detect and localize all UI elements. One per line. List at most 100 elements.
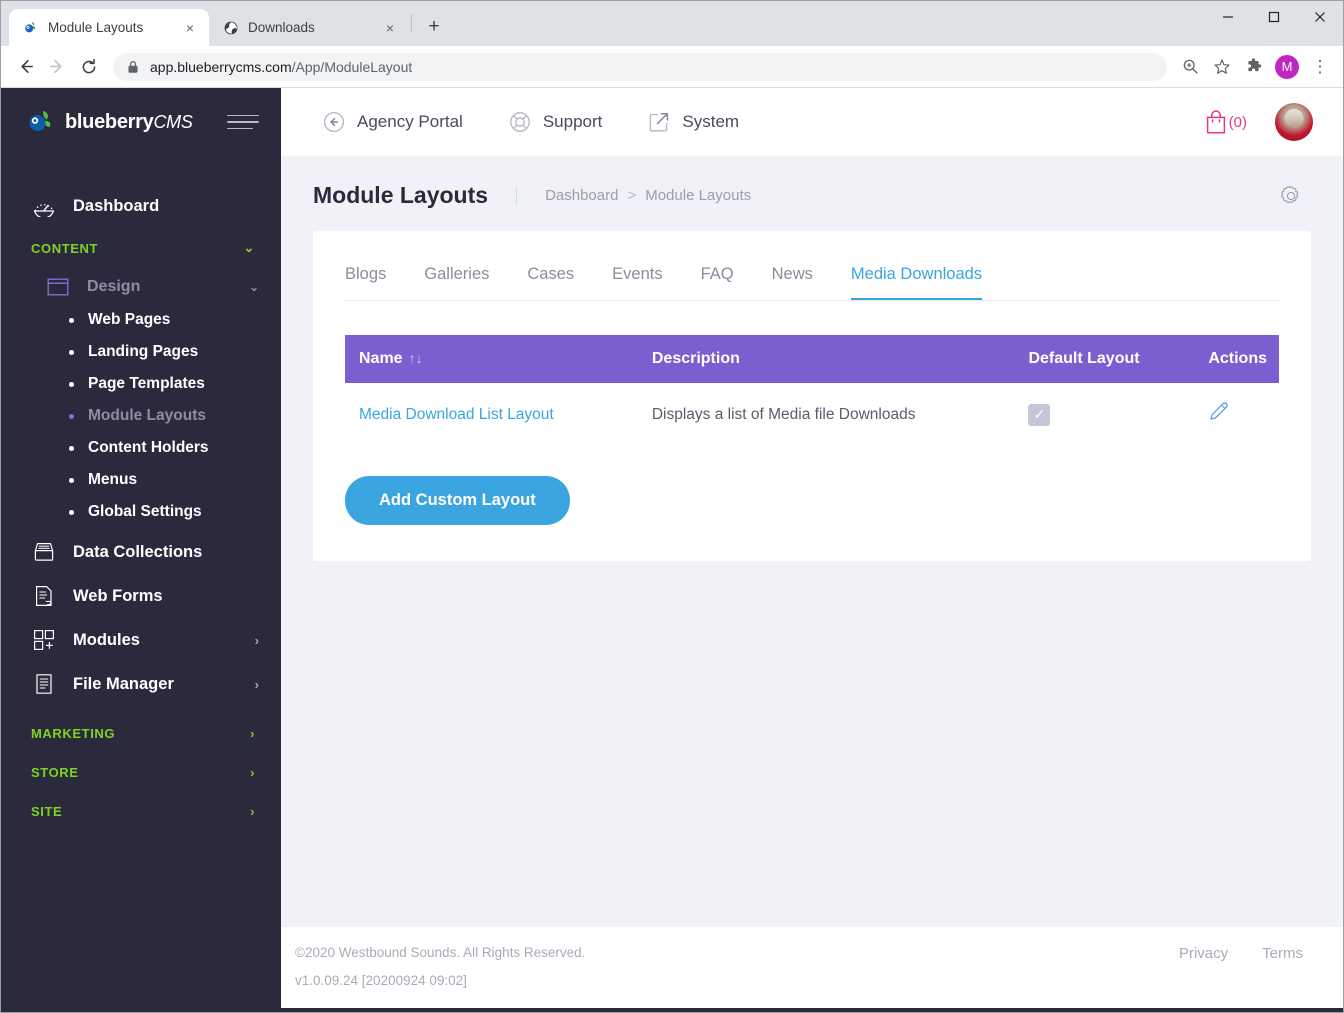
sidebar-section-marketing[interactable]: MARKETING › (1, 706, 281, 753)
chevron-right-icon: › (254, 632, 259, 648)
sidebar-brand-bar: blueberryCMS (1, 88, 281, 156)
brand-logo[interactable]: blueberryCMS (27, 109, 193, 135)
sidebar-item-label: Module Layouts (88, 407, 206, 424)
sidebar-group-label: Design (87, 278, 141, 295)
page-viewport: blueberryCMS Dashboard CONTENT ⌄ Design … (1, 88, 1343, 1008)
close-icon[interactable]: × (381, 19, 399, 37)
minimize-button[interactable] (1205, 1, 1251, 33)
cart-button[interactable]: (0) (1204, 109, 1247, 135)
sidebar-item-label: Web Pages (88, 311, 171, 328)
menu-toggle-icon[interactable] (227, 114, 259, 130)
zoom-icon[interactable] (1176, 53, 1204, 81)
avatar[interactable] (1275, 103, 1313, 141)
brand-name: blueberryCMS (65, 111, 193, 134)
sidebar-item-label: File Manager (73, 674, 174, 693)
layouts-table: Name ↑↓ Description Default Layout Action… (345, 335, 1279, 446)
tab-news[interactable]: News (772, 259, 813, 300)
blueberry-icon (22, 19, 39, 36)
sidebar-section-label: CONTENT (31, 240, 99, 256)
window-icon (45, 277, 71, 297)
sidebar-section-site[interactable]: SITE › (1, 792, 281, 831)
shopping-bag-icon (1204, 109, 1228, 135)
topnav-agency-portal[interactable]: Agency Portal (323, 111, 463, 133)
toolbar-icons: M ⋮ (1176, 53, 1334, 81)
table-head: Name ↑↓ Description Default Layout Action… (345, 335, 1279, 383)
breadcrumb-current: Module Layouts (645, 187, 752, 204)
form-icon (31, 585, 57, 607)
cell-name[interactable]: Media Download List Layout (345, 383, 640, 446)
close-icon[interactable]: × (181, 19, 199, 37)
footer-version: v1.0.09.24 [20200924 09:02] (295, 973, 467, 988)
column-header-description: Description (639, 335, 1017, 383)
topnav-support[interactable]: Support (509, 111, 602, 133)
sidebar-item-menus[interactable]: Menus (1, 464, 281, 496)
sidebar-item-label: Global Settings (88, 503, 202, 520)
sidebar-item-label: Menus (88, 471, 138, 488)
breadcrumb-separator: > (627, 187, 637, 204)
sidebar-item-global-settings[interactable]: Global Settings (1, 496, 281, 528)
chevron-down-icon: ⌄ (243, 240, 255, 255)
brand-name-suffix: CMS (153, 111, 193, 132)
browser-tab-module-layouts[interactable]: Module Layouts × (9, 9, 209, 46)
more-menu-icon[interactable]: ⋮ (1306, 53, 1334, 81)
browser-titlebar: Module Layouts × Downloads × + (1, 1, 1343, 46)
sidebar-item-modules[interactable]: Modules › (1, 618, 281, 662)
page-header: Module Layouts Dashboard > Module Layout… (281, 156, 1343, 231)
column-header-default-layout: Default Layout (1016, 335, 1197, 383)
breadcrumb-root[interactable]: Dashboard (545, 187, 618, 204)
lifebuoy-icon (509, 111, 531, 133)
forward-button[interactable] (42, 52, 72, 82)
table-body: Media Download List Layout Displays a li… (345, 383, 1279, 446)
external-link-icon (648, 111, 670, 133)
sidebar-item-page-templates[interactable]: Page Templates (1, 368, 281, 400)
sidebar-item-module-layouts[interactable]: Module Layouts (1, 400, 281, 432)
reload-button[interactable] (74, 52, 104, 82)
sidebar-item-web-forms[interactable]: Web Forms (1, 574, 281, 618)
extensions-puzzle-icon[interactable] (1240, 53, 1268, 81)
browser-tab-downloads[interactable]: Downloads × (209, 9, 409, 46)
sidebar-section-store[interactable]: STORE › (1, 753, 281, 792)
lock-icon (127, 60, 139, 74)
tab-title: Module Layouts (48, 20, 144, 35)
gear-icon[interactable] (1279, 184, 1303, 208)
column-header-name[interactable]: Name ↑↓ (345, 335, 640, 383)
sidebar-item-dashboard[interactable]: Dashboard (1, 186, 281, 226)
sidebar-item-label: Dashboard (73, 196, 160, 215)
sidebar-item-label: Page Templates (88, 375, 205, 392)
layouts-card: Blogs Galleries Cases Events FAQ News Me… (313, 231, 1311, 561)
tab-galleries[interactable]: Galleries (424, 259, 489, 300)
sort-icon[interactable]: ↑↓ (409, 350, 423, 366)
sidebar-item-content-holders[interactable]: Content Holders (1, 432, 281, 464)
sidebar-item-file-manager[interactable]: File Manager › (1, 662, 281, 706)
sidebar-section-content[interactable]: CONTENT ⌄ (1, 226, 281, 270)
footer-link-terms[interactable]: Terms (1262, 945, 1303, 962)
profile-avatar[interactable]: M (1275, 54, 1299, 79)
edit-pencil-icon[interactable] (1208, 401, 1230, 423)
bullet-icon (69, 445, 74, 451)
default-layout-checkbox[interactable]: ✓ (1028, 403, 1051, 426)
tab-blogs[interactable]: Blogs (345, 259, 386, 300)
tab-cases[interactable]: Cases (527, 259, 574, 300)
add-custom-layout-button[interactable]: Add Custom Layout (345, 476, 570, 525)
bookmark-star-icon[interactable] (1208, 53, 1236, 81)
sidebar-item-landing-pages[interactable]: Landing Pages (1, 336, 281, 368)
close-window-button[interactable] (1297, 1, 1343, 33)
topnav-label: Agency Portal (357, 112, 463, 131)
footer-link-privacy[interactable]: Privacy (1179, 945, 1228, 962)
maximize-button[interactable] (1251, 1, 1297, 33)
address-bar[interactable]: app.blueberrycms.com/App/ModuleLayout (113, 52, 1167, 81)
sidebar-item-label: Landing Pages (88, 343, 199, 360)
back-button[interactable] (10, 52, 40, 82)
sidebar-section-label: STORE (31, 765, 79, 780)
tab-faq[interactable]: FAQ (701, 259, 734, 300)
new-tab-button[interactable]: + (420, 13, 448, 41)
sidebar-group-design[interactable]: Design ⌄ (1, 270, 281, 304)
topnav-system[interactable]: System (648, 111, 739, 133)
tab-media-downloads[interactable]: Media Downloads (850, 259, 983, 300)
app-topbar: Agency Portal Support System (0) (281, 88, 1343, 156)
table-row[interactable]: Media Download List Layout Displays a li… (345, 383, 1279, 446)
sidebar-item-data-collections[interactable]: Data Collections (1, 528, 281, 574)
tab-events[interactable]: Events (612, 259, 662, 300)
sidebar-item-web-pages[interactable]: Web Pages (1, 304, 281, 336)
sidebar: blueberryCMS Dashboard CONTENT ⌄ Design … (1, 88, 281, 1008)
